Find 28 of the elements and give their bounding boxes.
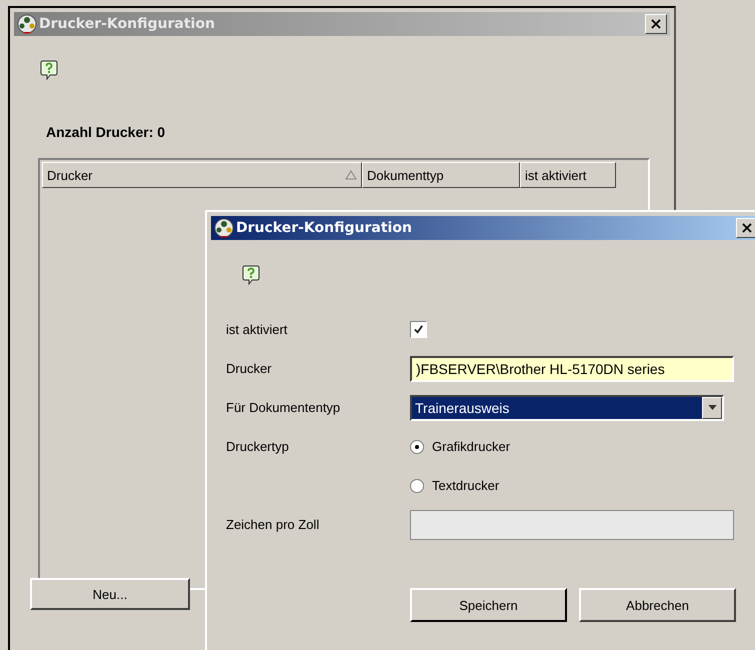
close-button[interactable]: × bbox=[645, 14, 667, 34]
dropdown[interactable]: Trainerausweis bbox=[410, 394, 724, 420]
input-field[interactable]: )FBSERVER\Brother HL-5170DN series bbox=[410, 356, 734, 382]
caret-icon bbox=[708, 405, 716, 410]
save-button[interactable]: Speichern bbox=[410, 588, 567, 622]
window-title: Drucker-Konfiguration bbox=[39, 16, 216, 32]
ball-icon bbox=[214, 218, 234, 238]
new-button[interactable]: Neu... bbox=[30, 578, 190, 610]
help-icon[interactable] bbox=[40, 60, 58, 80]
help-icon[interactable] bbox=[242, 265, 260, 285]
column-header[interactable]: Dokumenttyp bbox=[362, 162, 520, 188]
field-label: ist aktiviert bbox=[226, 322, 288, 337]
sort-icon bbox=[345, 170, 357, 180]
cancel-button[interactable]: Abbrechen bbox=[579, 588, 736, 622]
check-icon bbox=[413, 324, 424, 335]
ball-icon bbox=[17, 14, 37, 34]
field-label: Zeichen pro Zoll bbox=[226, 517, 320, 532]
radio-option[interactable]: Textdrucker bbox=[410, 478, 734, 493]
field-label: Druckertyp bbox=[226, 439, 290, 454]
checkbox[interactable] bbox=[410, 321, 427, 338]
close-button[interactable]: × bbox=[736, 218, 755, 238]
field-label: Für Dokumententyp bbox=[226, 400, 342, 415]
field-label: Drucker bbox=[226, 361, 273, 376]
column-header[interactable]: ist aktiviert bbox=[520, 162, 616, 188]
window-title: Drucker-Konfiguration bbox=[236, 220, 413, 236]
column-header[interactable]: Drucker bbox=[42, 162, 362, 188]
printer-count: Anzahl Drucker: 0 bbox=[46, 124, 166, 140]
radio-option[interactable]: Grafikdrucker bbox=[410, 439, 734, 454]
